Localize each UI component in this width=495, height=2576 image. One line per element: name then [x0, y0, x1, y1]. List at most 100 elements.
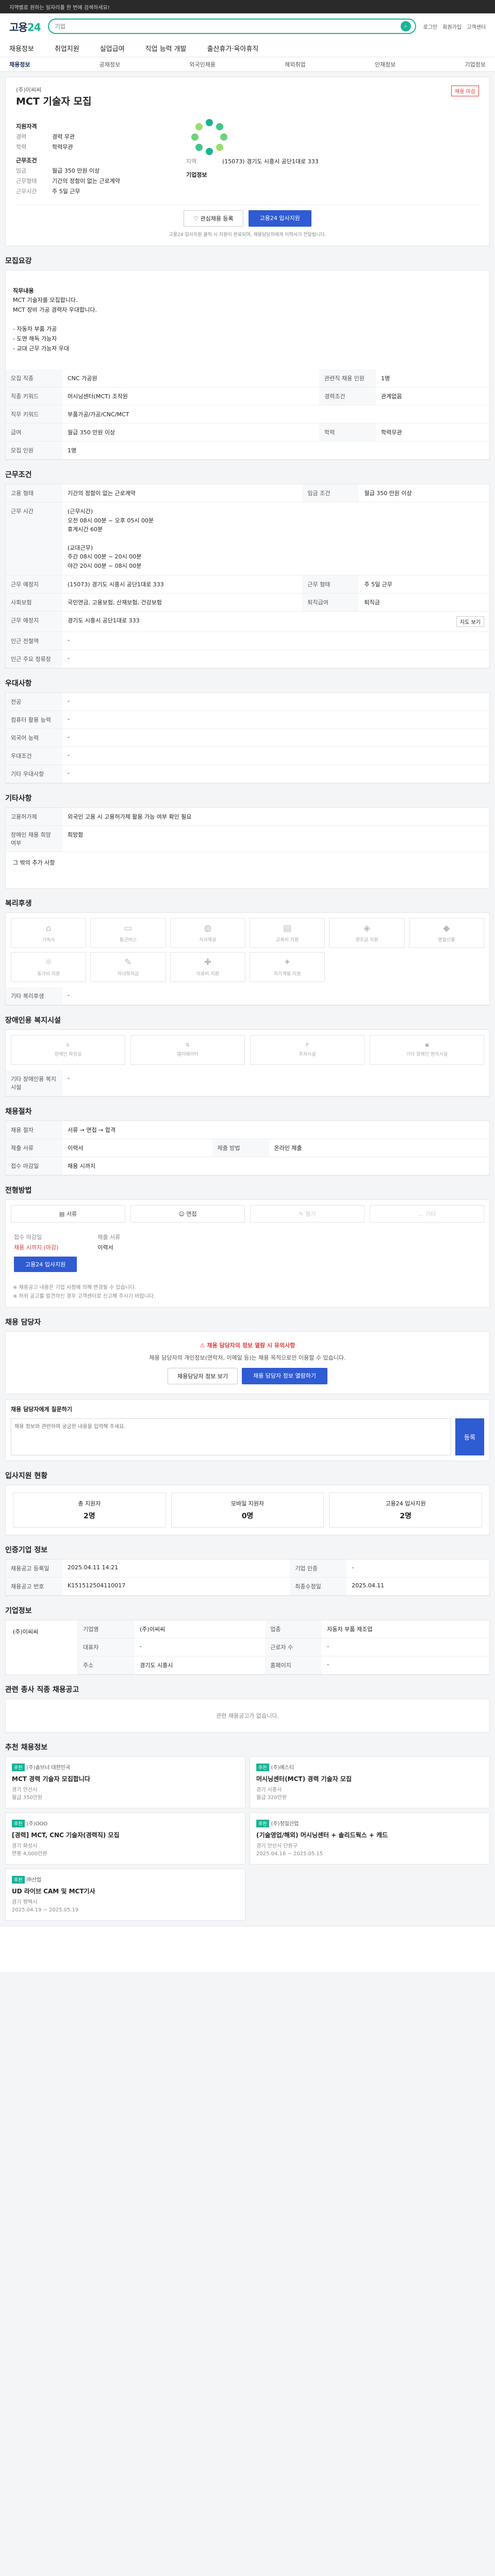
site-footer [0, 1926, 495, 1973]
table-row: 고용 형태 기간의 정함이 없는 근로계약 임금 조건 월급 350 만원 이상 [6, 484, 489, 503]
stat-label: 모바일 지원자 [230, 1500, 265, 1507]
ad-card[interactable]: 추천 ㈜산업 UD 라이브 CAM 및 MCT기사 경기 평택시 2025.04.19… [5, 1869, 245, 1921]
subnav-item-public[interactable]: 공채정보 [100, 60, 120, 69]
recruit-section-title: 모집요강 [5, 256, 490, 266]
company-table: 기업명 (주)이씨씨 업종 자동차 부품 제조업 대표자 - 근로자 수- 주소 경기도 시… [78, 1620, 489, 1675]
ad-card[interactable]: 추천 (주)OOO [경력] MCT, CNC 기술자(경력직) 모집 경기 화성시 … [5, 1812, 245, 1865]
interest-button-label: 관심채용 등록 [200, 215, 234, 222]
row-key: 채용 절차 [6, 1121, 62, 1140]
site-logo[interactable]: 고용24 [9, 19, 41, 34]
subnav-item-talent[interactable]: 인재정보 [375, 60, 395, 69]
row-key: 급여 [6, 423, 62, 442]
method-document: ▤ 서류 [11, 1205, 125, 1223]
manager-info-button[interactable]: 채용담당자 정보 보기 [168, 1368, 238, 1385]
search-icon[interactable]: ⌕ [400, 21, 411, 31]
row-key: 직종 키워드 [6, 387, 62, 406]
manager-warning-text: 채용 담당자의 정보 열람 시 유의사항 [207, 1342, 295, 1349]
search-input[interactable] [55, 23, 401, 30]
gnb-item-jobs[interactable]: 채용정보 [9, 43, 34, 53]
ad-card[interactable]: 추천 (주)에스티 머시닝센터(MCT) 경력 기술자 모집 경기 시흥시 월급 32… [250, 1756, 490, 1809]
table-row: 직무 키워드 부품가공/가공/CNC/MCT [6, 405, 489, 424]
edu-value: 학력무관 [52, 144, 73, 150]
row-value: 채용 시까지 [62, 1157, 489, 1176]
more-icon: … [418, 1210, 426, 1217]
subnav-item-jobs[interactable]: 채용정보 [9, 60, 30, 69]
table-row: 대표자 - 근로자 수- [78, 1638, 489, 1657]
manager-warning: ⚠ 채용 담당자의 정보 열람 시 유의사항 [15, 1341, 480, 1349]
doc-value: 이력서 [97, 1244, 113, 1251]
row-key: 모집 인원 [6, 441, 62, 460]
steps-card: 채용 절차 서류 → 면접 → 합격 제출 서류 이력서 제출 방법 온라인 제출 접수… [5, 1121, 490, 1176]
hours-value: 주 5일 근무 [52, 188, 80, 195]
interest-button[interactable]: ♡ 관심채용 등록 [184, 210, 243, 227]
apply-methods: ▤ 서류 ☺ 면접 ✎ 필기 … 기타 [6, 1200, 489, 1228]
qa-textarea[interactable] [11, 1418, 451, 1456]
welfare-label: 교육비 지원 [276, 938, 299, 943]
welfare-card: ⌂ 기숙사 ▭ 통근버스 ◍ 식사제공 ▤ 교육비 지원 ◈ 경조금 지원 ◆ 명절선물 ☼… [5, 912, 490, 1006]
ad-company: (주)OOO [26, 1821, 48, 1827]
table-row: 고용허가제 외국인 고용 시 고용허가제 활용 가능 여부 확인 필요 [6, 808, 489, 826]
etc-table: 고용허가제 외국인 고용 시 고용허가제 활용 가능 여부 확인 필요 장애인 채… [6, 808, 489, 853]
apply-bottom-button[interactable]: 고용24 입사지원 [14, 1257, 77, 1273]
similar-section-title: 관련 종사 직종 채용공고 [5, 1684, 490, 1694]
search-bar[interactable]: ⌕ [47, 19, 416, 34]
stats-title: 입사지원 현황 [5, 1472, 48, 1481]
welfare-label: 기숙사 [42, 938, 55, 943]
method-written: ✎ 필기 [250, 1205, 365, 1223]
row-value: 희망함 [62, 825, 489, 853]
row-key: 우대조건 [6, 747, 62, 766]
help-link[interactable]: 고객센터 [467, 23, 486, 30]
info-card: 채용공고 등록일 2025.04.11 14:21 기업 인증 - 채용공고 번호 K1… [5, 1559, 490, 1597]
steps-title: 채용절차 [5, 1108, 32, 1116]
stat-value: 2명 [84, 1512, 95, 1521]
subnav-item-company[interactable]: 기업정보 [465, 60, 485, 69]
row-key: 기타 장애인용 복지시설 [6, 1070, 62, 1097]
ad-card[interactable]: 추천 (주)정밀산업 (기술영업/해외) 머시닝센터 + 솔리드웍스 + 캐드 경기 … [250, 1812, 490, 1865]
ad-tag: 추천 [256, 1764, 269, 1772]
stat-label: 총 지원자 [78, 1500, 101, 1507]
row-value: 외국인 고용 시 고용허가제 활용 가능 여부 확인 필요 [62, 808, 489, 826]
gnb-item-unemployment[interactable]: 실업급여 [100, 43, 125, 53]
ad-card[interactable]: 추천 (주)솔브너 대한민국 MCT 경력 기술자 모집합니다 경기 안산시 월급 3… [5, 1756, 245, 1809]
gnb-item-training[interactable]: 직업 능력 개발 [145, 43, 187, 53]
company-logo-box: (주)이씨씨 [6, 1620, 78, 1675]
manager-view-button[interactable]: 채용 담당자 정보 열람하기 [242, 1368, 327, 1385]
login-link[interactable]: 로그인 [423, 23, 438, 30]
row-value: - [62, 632, 489, 651]
row-value: 관계없음 [376, 387, 489, 406]
conv-title: 장애인용 복지시설 [5, 1016, 61, 1025]
row-value: (근무시간) 오전 08시 00분 ~ 오후 05시 00분 휴게시간 60분 … [62, 502, 489, 576]
signup-link[interactable]: 회원가입 [442, 23, 461, 30]
table-row: 기타 우대사항 - [6, 765, 489, 784]
logo-main-text: 고용 [9, 21, 28, 33]
qa-card: 채용 담당자에게 질문하기 등록 [5, 1399, 490, 1462]
gnb-item-support[interactable]: 취업지원 [55, 43, 79, 53]
vacation-icon: ☼ [44, 957, 53, 968]
gnb-item-leave[interactable]: 출산휴가·육아휴직 [207, 43, 259, 53]
dormitory-icon: ⌂ [45, 923, 52, 934]
company-name[interactable]: (주)이씨씨 [16, 86, 91, 94]
row-value: - [322, 1656, 489, 1675]
etc-card: 고용허가제 외국인 고용 시 고용허가제 활용 가능 여부 확인 필요 장애인 채… [5, 807, 490, 889]
manager-text: 채용 담당자의 개인정보(연락처, 이메일 등)는 채용 목적으로만 이용할 수… [149, 1354, 346, 1362]
similar-card: 관련 채용공고가 없습니다. [5, 1699, 490, 1733]
apply-button[interactable]: 고용24 입사지원 [248, 210, 311, 227]
subnav-item-foreign[interactable]: 외국인채용 [189, 60, 216, 69]
welfare-item: ⌂ 기숙사 [11, 918, 87, 948]
company-logo [186, 119, 233, 155]
pay-value: 월급 350 만원 이상 [52, 167, 100, 174]
ad-title: [경력] MCT, CNC 기술자(경력직) 모집 [12, 1832, 120, 1839]
map-button[interactable]: 지도 보기 [456, 616, 484, 628]
stat-mobile: 모바일 지원자 0명 [171, 1493, 324, 1528]
table-row: 근무 예정지 (15073) 경기도 시흥시 공단1대로 333 근무 형태 주 5일… [6, 575, 489, 594]
row-value: 1명 [62, 441, 489, 460]
row-key: 제출 방법 [212, 1139, 269, 1158]
table-row: 주소 경기도 시흥시 홈페이지 - [78, 1656, 489, 1675]
edu-key: 학력 [16, 144, 27, 150]
qa-submit-button[interactable]: 등록 [455, 1418, 484, 1456]
row-key: 기업 인증 [290, 1560, 347, 1578]
row-key: 경력조건 [319, 387, 376, 406]
row-value: 2025.04.11 [346, 1577, 489, 1596]
row-key: 전공 [6, 693, 62, 711]
subnav-item-overseas[interactable]: 해외취업 [285, 60, 305, 69]
